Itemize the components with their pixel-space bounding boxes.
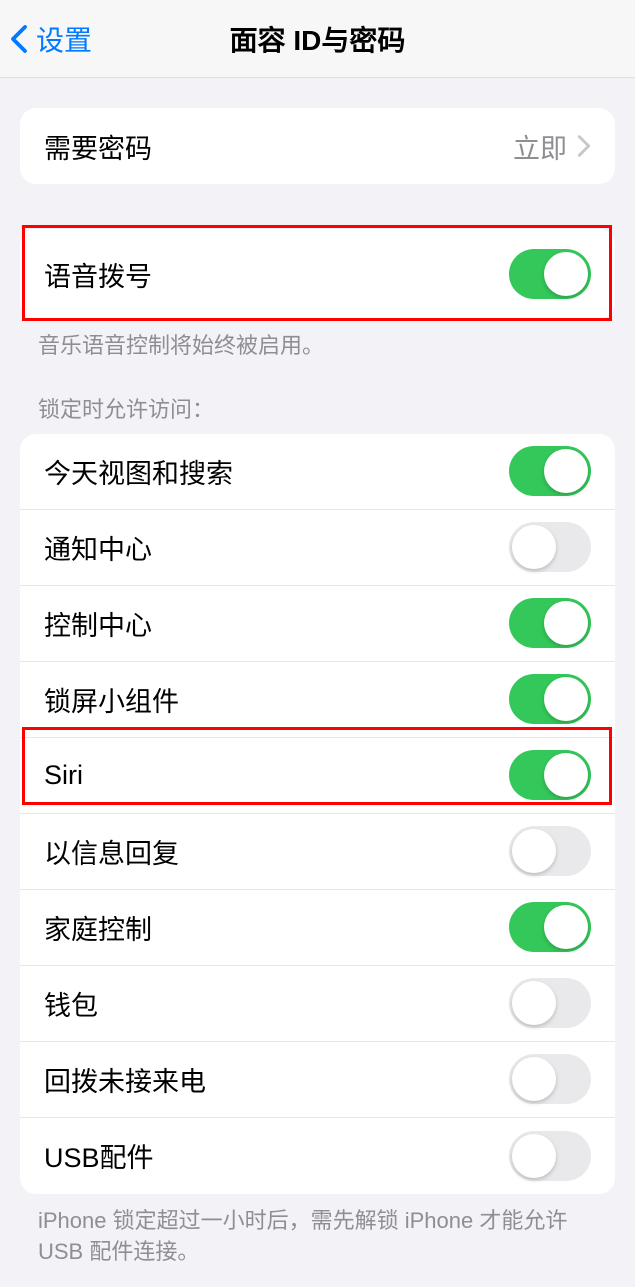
locked-access-footer: iPhone 锁定超过一小时后，需先解锁 iPhone 才能允许USB 配件连接… [0,1194,635,1268]
locked-access-toggle[interactable] [509,750,591,800]
chevron-left-icon [10,24,28,54]
toggle-knob [512,981,556,1025]
locked-access-toggle[interactable] [509,1054,591,1104]
locked-access-row: USB配件 [20,1118,615,1194]
locked-access-toggle[interactable] [509,902,591,952]
page-title: 面容 ID与密码 [230,19,406,59]
voice-dial-row: 语音拨号 [20,229,615,319]
locked-access-toggle[interactable] [509,674,591,724]
toggle-knob [512,1134,556,1178]
locked-access-label: USB配件 [44,1136,154,1175]
toggle-knob [544,449,588,493]
passcode-group: 需要密码 立即 [20,108,615,184]
toggle-knob [544,753,588,797]
locked-access-toggle[interactable] [509,446,591,496]
require-passcode-value: 立即 [513,127,567,166]
locked-access-label: 通知中心 [44,528,152,567]
toggle-knob [544,905,588,949]
locked-access-label: 回拨未接来电 [44,1060,206,1099]
locked-access-row: Siri [20,738,615,814]
locked-access-row: 控制中心 [20,586,615,662]
header-bar: 设置 面容 ID与密码 [0,0,635,78]
require-passcode-label: 需要密码 [44,127,152,166]
locked-access-label: 控制中心 [44,604,152,643]
locked-access-label: 今天视图和搜索 [44,452,233,491]
back-button[interactable]: 设置 [10,19,92,59]
voice-dial-toggle[interactable] [509,249,591,299]
locked-access-row: 回拨未接来电 [20,1042,615,1118]
voice-dial-group: 语音拨号 [20,229,615,319]
locked-access-row: 以信息回复 [20,814,615,890]
voice-dial-footer: 音乐语音控制将始终被启用。 [0,319,635,362]
locked-access-label: 以信息回复 [44,832,179,871]
voice-dial-label: 语音拨号 [44,255,152,294]
locked-access-label: 锁屏小组件 [44,680,179,719]
locked-access-row: 通知中心 [20,510,615,586]
require-passcode-row[interactable]: 需要密码 立即 [20,108,615,184]
locked-access-toggle[interactable] [509,978,591,1028]
locked-access-toggle[interactable] [509,1131,591,1181]
locked-access-row: 锁屏小组件 [20,662,615,738]
toggle-knob [512,829,556,873]
locked-access-toggle[interactable] [509,522,591,572]
toggle-knob [544,252,588,296]
locked-access-group: 今天视图和搜索通知中心控制中心锁屏小组件 Siri 以信息回复家庭控制钱包回拨未接来… [20,434,615,1194]
locked-access-label: 钱包 [44,984,98,1023]
toggle-knob [544,677,588,721]
locked-access-label: 家庭控制 [44,908,152,947]
locked-access-toggle[interactable] [509,826,591,876]
toggle-knob [512,1057,556,1101]
back-label: 设置 [36,19,92,59]
chevron-right-icon [577,134,591,158]
locked-access-row: 钱包 [20,966,615,1042]
toggle-knob [512,525,556,569]
toggle-knob [544,601,588,645]
locked-access-toggle[interactable] [509,598,591,648]
locked-access-label: Siri [44,760,83,791]
locked-access-header: 锁定时允许访问： [0,362,635,434]
locked-access-row: 家庭控制 [20,890,615,966]
locked-access-row: 今天视图和搜索 [20,434,615,510]
